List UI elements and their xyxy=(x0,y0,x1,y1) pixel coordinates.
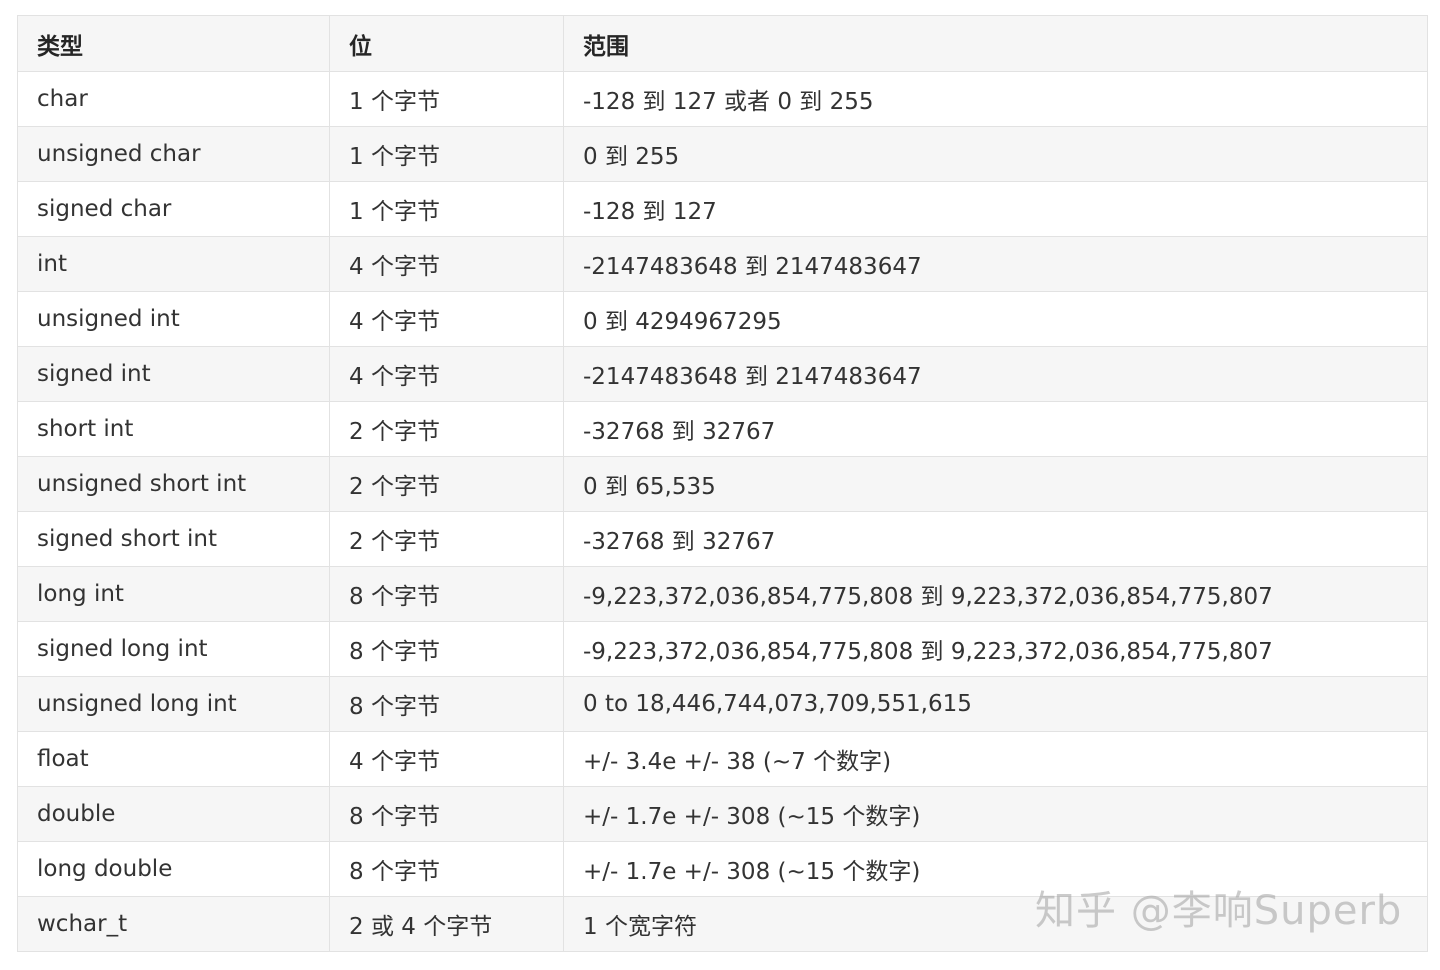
cell-type: double xyxy=(17,786,330,842)
cell-range: -128 到 127 xyxy=(563,181,1428,237)
table-row: unsigned int 4 个字节 0 到 4294967295 xyxy=(17,291,1428,347)
table-row: signed short int 2 个字节 -32768 到 32767 xyxy=(17,511,1428,567)
cell-type: signed short int xyxy=(17,511,330,567)
cell-size: 8 个字节 xyxy=(329,676,564,732)
header-size: 位 xyxy=(329,15,564,72)
table-row: short int 2 个字节 -32768 到 32767 xyxy=(17,401,1428,457)
cell-size: 4 个字节 xyxy=(329,291,564,347)
cell-range: +/- 3.4e +/- 38 (~7 个数字) xyxy=(563,731,1428,787)
cell-size: 2 个字节 xyxy=(329,511,564,567)
table-row: signed char 1 个字节 -128 到 127 xyxy=(17,181,1428,237)
cell-size: 8 个字节 xyxy=(329,566,564,622)
cell-range: -128 到 127 或者 0 到 255 xyxy=(563,71,1428,127)
cell-type: unsigned short int xyxy=(17,456,330,512)
data-type-table-container: 类型 位 范围 char 1 个字节 -128 到 127 或者 0 到 255 un… xyxy=(17,15,1428,952)
table-row: unsigned long int 8 个字节 0 to 18,446,744,07… xyxy=(17,676,1428,732)
header-range: 范围 xyxy=(563,15,1428,72)
table-row: unsigned char 1 个字节 0 到 255 xyxy=(17,126,1428,182)
cell-type: wchar_t xyxy=(17,896,330,952)
table-row: int 4 个字节 -2147483648 到 2147483647 xyxy=(17,236,1428,292)
cell-type: unsigned int xyxy=(17,291,330,347)
cell-type: long int xyxy=(17,566,330,622)
cell-size: 8 个字节 xyxy=(329,841,564,897)
cell-size: 1 个字节 xyxy=(329,181,564,237)
table-body: char 1 个字节 -128 到 127 或者 0 到 255 unsigned c… xyxy=(17,71,1428,952)
cell-type: signed char xyxy=(17,181,330,237)
cell-size: 4 个字节 xyxy=(329,731,564,787)
cell-range: 0 到 255 xyxy=(563,126,1428,182)
cell-size: 8 个字节 xyxy=(329,786,564,842)
cell-size: 2 或 4 个字节 xyxy=(329,896,564,952)
cell-range: 1 个宽字符 xyxy=(563,896,1428,952)
cell-type: signed int xyxy=(17,346,330,402)
cell-type: char xyxy=(17,71,330,127)
cell-range: -2147483648 到 2147483647 xyxy=(563,346,1428,402)
table-row: double 8 个字节 +/- 1.7e +/- 308 (~15 个数字) xyxy=(17,786,1428,842)
header-type: 类型 xyxy=(17,15,330,72)
cell-range: 0 到 65,535 xyxy=(563,456,1428,512)
cell-size: 1 个字节 xyxy=(329,126,564,182)
cell-size: 1 个字节 xyxy=(329,71,564,127)
cell-type: float xyxy=(17,731,330,787)
table-row: long double 8 个字节 +/- 1.7e +/- 308 (~15 个数… xyxy=(17,841,1428,897)
table-row: long int 8 个字节 -9,223,372,036,854,775,808 … xyxy=(17,566,1428,622)
cell-range: -32768 到 32767 xyxy=(563,511,1428,567)
cell-type: unsigned long int xyxy=(17,676,330,732)
cell-range: -2147483648 到 2147483647 xyxy=(563,236,1428,292)
cell-range: +/- 1.7e +/- 308 (~15 个数字) xyxy=(563,786,1428,842)
cell-size: 8 个字节 xyxy=(329,621,564,677)
cell-type: short int xyxy=(17,401,330,457)
table-header-row: 类型 位 范围 xyxy=(17,15,1428,72)
data-type-table: 类型 位 范围 char 1 个字节 -128 到 127 或者 0 到 255 un… xyxy=(17,15,1428,952)
table-row: signed long int 8 个字节 -9,223,372,036,854,7… xyxy=(17,621,1428,677)
table-row: unsigned short int 2 个字节 0 到 65,535 xyxy=(17,456,1428,512)
cell-type: unsigned char xyxy=(17,126,330,182)
cell-range: +/- 1.7e +/- 308 (~15 个数字) xyxy=(563,841,1428,897)
cell-size: 2 个字节 xyxy=(329,401,564,457)
table-row: wchar_t 2 或 4 个字节 1 个宽字符 xyxy=(17,896,1428,952)
table-row: char 1 个字节 -128 到 127 或者 0 到 255 xyxy=(17,71,1428,127)
cell-range: 0 to 18,446,744,073,709,551,615 xyxy=(563,676,1428,732)
cell-size: 2 个字节 xyxy=(329,456,564,512)
cell-range: -9,223,372,036,854,775,808 到 9,223,372,0… xyxy=(563,621,1428,677)
cell-size: 4 个字节 xyxy=(329,346,564,402)
table-row: signed int 4 个字节 -2147483648 到 2147483647 xyxy=(17,346,1428,402)
cell-range: -32768 到 32767 xyxy=(563,401,1428,457)
cell-type: signed long int xyxy=(17,621,330,677)
cell-type: int xyxy=(17,236,330,292)
cell-size: 4 个字节 xyxy=(329,236,564,292)
cell-range: 0 到 4294967295 xyxy=(563,291,1428,347)
cell-range: -9,223,372,036,854,775,808 到 9,223,372,0… xyxy=(563,566,1428,622)
cell-type: long double xyxy=(17,841,330,897)
table-row: float 4 个字节 +/- 3.4e +/- 38 (~7 个数字) xyxy=(17,731,1428,787)
